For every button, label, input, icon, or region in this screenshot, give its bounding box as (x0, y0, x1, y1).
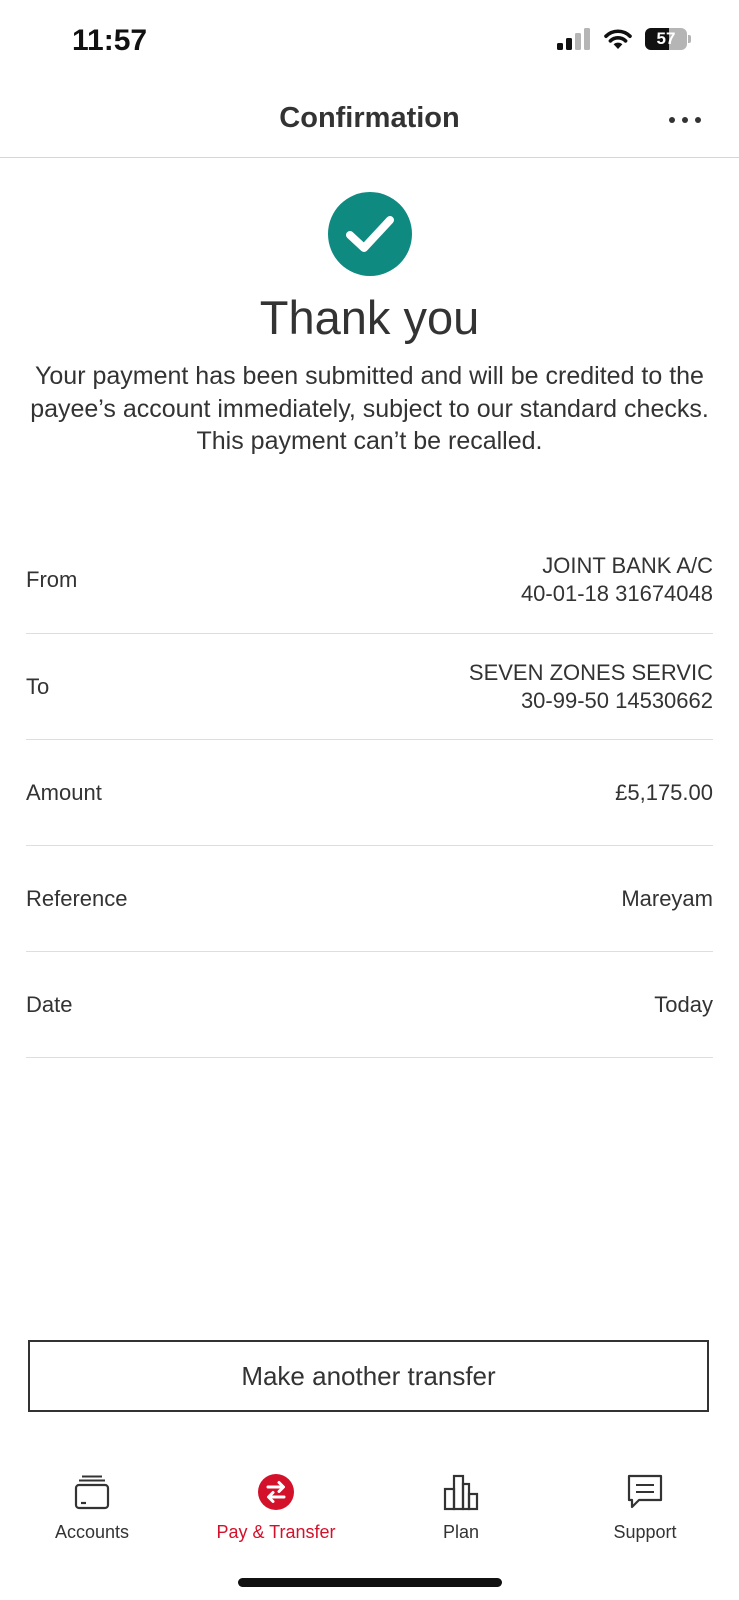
wallet-icon (74, 1475, 110, 1510)
detail-label: Amount (26, 779, 102, 805)
tab-plan[interactable]: Plan (369, 1460, 553, 1543)
signal-icon (557, 28, 590, 50)
detail-label: From (26, 567, 78, 592)
detail-row-amount: Amount £5,175.00 (26, 740, 713, 846)
battery-level: 57 (656, 29, 676, 48)
page-title: Confirmation (279, 102, 460, 134)
account-name: JOINT BANK A/C (542, 553, 713, 578)
chat-bubble-icon (627, 1474, 663, 1509)
status-bar: 11:57 57 (0, 0, 739, 84)
detail-label: To (26, 673, 50, 699)
reference-value: Mareyam (621, 885, 713, 911)
detail-label: Date (26, 991, 73, 1017)
more-dot (682, 117, 688, 123)
make-another-transfer-button[interactable]: Make another transfer (28, 1340, 709, 1412)
account-number: 40-01-18 31674048 (520, 581, 713, 606)
home-indicator (238, 1578, 502, 1587)
tab-bar: Accounts Pay & Transfer Plan Support (0, 1460, 739, 1570)
payment-details: From JOINT BANK A/C 40-01-18 31674048 To… (26, 527, 713, 1058)
amount-value: £5,175.00 (615, 779, 713, 805)
detail-value: JOINT BANK A/C 40-01-18 31674048 (521, 552, 713, 608)
tab-label: Plan (442, 1522, 480, 1542)
detail-row-to: To SEVEN ZONES SERVIC 30-99-50 14530662 (26, 634, 713, 740)
tab-support[interactable]: Support (553, 1460, 737, 1543)
more-horizontal-icon (669, 117, 675, 123)
transfer-arrows-icon (258, 1474, 294, 1510)
battery-icon: 57 (645, 28, 691, 50)
more-dot (695, 117, 701, 123)
more-options-button[interactable] (661, 100, 709, 140)
check-circle-icon (328, 192, 412, 276)
tab-pay-transfer[interactable]: Pay & Transfer (184, 1460, 368, 1543)
detail-row-reference: Reference Mareyam (26, 846, 713, 952)
bar-chart-icon (443, 1474, 479, 1511)
thank-you-heading: Thank you (259, 291, 480, 344)
confirmation-message: Your payment has been submitted and will… (30, 362, 709, 455)
detail-value: SEVEN ZONES SERVIC 30-99-50 14530662 (469, 659, 713, 715)
tab-accounts[interactable]: Accounts (0, 1460, 184, 1543)
date-value: Today (654, 991, 713, 1017)
tab-label: Support (613, 1522, 677, 1542)
detail-row-from: From JOINT BANK A/C 40-01-18 31674048 (26, 527, 713, 634)
status-time: 11:57 (72, 24, 148, 57)
detail-label: Reference (26, 885, 128, 911)
status-icons: 57 (557, 28, 691, 50)
detail-row-date: Date Today (26, 952, 713, 1058)
payee-account-number: 30-99-50 14530662 (520, 687, 713, 713)
wifi-icon (604, 29, 632, 49)
tab-label: Accounts (54, 1522, 130, 1542)
payee-name: SEVEN ZONES SERVIC (468, 659, 713, 685)
tab-label: Pay & Transfer (216, 1522, 336, 1542)
nav-header: Confirmation (0, 84, 739, 158)
